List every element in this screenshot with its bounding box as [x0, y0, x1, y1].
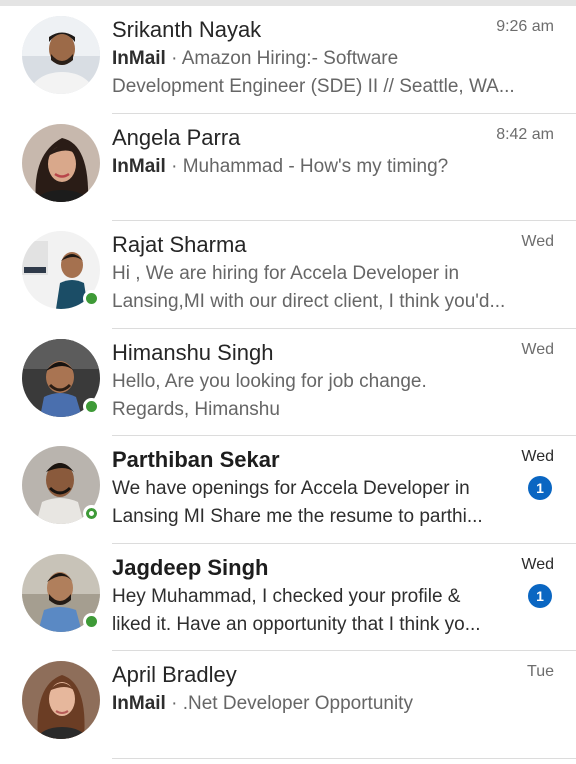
message-preview: We have openings for Accela Developer in…: [112, 475, 532, 531]
sender-name: Angela Parra: [112, 124, 241, 150]
timestamp: Tue: [527, 663, 554, 680]
avatar[interactable]: [22, 16, 100, 94]
message-preview: InMail · Amazon Hiring:- Software Develo…: [112, 45, 532, 101]
preview-line-1: We have openings for Accela Developer in: [112, 478, 470, 499]
sender-name: April Bradley: [112, 662, 237, 687]
tag-separator: ·: [165, 693, 183, 714]
preview-line-1: Hi , We are hiring for Accela Developer …: [112, 263, 460, 284]
row-divider: [112, 757, 576, 759]
preview-line-1: Amazon Hiring:- Software: [181, 48, 399, 69]
message-preview: InMail · .Net Developer Opportunity: [112, 690, 532, 718]
unread-count-badge: 1: [528, 583, 552, 608]
preview-line-2: Regards, Himanshu: [112, 398, 280, 420]
timestamp: 8:42 am: [496, 125, 554, 143]
inmail-tag: InMail: [112, 48, 166, 69]
timestamp: 9:26 am: [496, 18, 554, 35]
avatar[interactable]: [22, 446, 100, 524]
conversation-content: Rajat Sharma Hi , We are hiring for Acce…: [112, 231, 558, 316]
green-ring-icon: [83, 505, 100, 522]
timestamp: Wed: [521, 340, 554, 358]
message-preview: Hello, Are you looking for job change. R…: [112, 368, 532, 424]
green-dot-icon: [83, 397, 100, 415]
preview-line-2: Lansing MI Share me the resume to parthi…: [112, 506, 483, 527]
avatar[interactable]: [22, 123, 100, 202]
message-preview: InMail · Muhammad - How's my timing?: [112, 153, 532, 181]
avatar[interactable]: [22, 661, 100, 739]
avatar[interactable]: [22, 553, 100, 632]
timestamp: Wed: [521, 555, 554, 573]
sender-name: Parthiban Sekar: [112, 447, 280, 472]
preview-line-2: Lansing,MI with our direct client, I thi…: [112, 291, 506, 312]
preview-line-2: liked it. Have an opportunity that I thi…: [112, 613, 481, 635]
conversation-content: Jagdeep Singh Hey Muhammad, I checked yo…: [112, 554, 558, 639]
avatar-photo: [22, 661, 100, 739]
sender-name: Himanshu Singh: [112, 339, 274, 365]
conversation-content: April Bradley InMail · .Net Developer Op…: [112, 661, 558, 718]
avatar[interactable]: [22, 338, 100, 417]
preview-line-2: Development Engineer (SDE) II // Seattle…: [112, 76, 515, 97]
avatar[interactable]: [22, 231, 100, 309]
inmail-tag: InMail: [112, 693, 166, 714]
conversation-row[interactable]: Parthiban Sekar We have openings for Acc…: [0, 436, 576, 544]
conversation-content: Himanshu Singh Hello, Are you looking fo…: [112, 339, 558, 424]
unread-count-badge: 1: [528, 476, 552, 500]
conversation-row[interactable]: Rajat Sharma Hi , We are hiring for Acce…: [0, 221, 576, 329]
sender-name: Rajat Sharma: [112, 232, 247, 257]
preview-line-1: Hello, Are you looking for job change.: [112, 370, 427, 392]
avatar-photo: [22, 123, 100, 202]
green-dot-icon: [83, 290, 100, 307]
conversation-row[interactable]: Jagdeep Singh Hey Muhammad, I checked yo…: [0, 544, 576, 651]
conversation-content: Srikanth Nayak InMail · Amazon Hiring:- …: [112, 16, 558, 101]
conversation-content: Angela Parra InMail · Muhammad - How's m…: [112, 124, 558, 181]
conversation-row[interactable]: April Bradley InMail · .Net Developer Op…: [0, 651, 576, 759]
preview-line-1: Muhammad - How's my timing?: [182, 155, 449, 177]
conversation-list: Srikanth Nayak InMail · Amazon Hiring:- …: [0, 6, 576, 759]
sender-name: Jagdeep Singh: [112, 554, 269, 580]
inmail-tag: InMail: [112, 155, 166, 177]
conversation-row[interactable]: Angela Parra InMail · Muhammad - How's m…: [0, 114, 576, 221]
preview-line-1: Hey Muhammad, I checked your profile &: [112, 585, 461, 607]
tag-separator: ·: [165, 48, 182, 69]
avatar-photo: [22, 16, 100, 94]
message-preview: Hey Muhammad, I checked your profile & l…: [112, 583, 532, 639]
conversation-row[interactable]: Himanshu Singh Hello, Are you looking fo…: [0, 329, 576, 436]
preview-line-1: .Net Developer Opportunity: [182, 693, 413, 714]
conversation-content: Parthiban Sekar We have openings for Acc…: [112, 446, 558, 531]
message-preview: Hi , We are hiring for Accela Developer …: [112, 260, 532, 316]
tag-separator: ·: [165, 155, 183, 177]
sender-name: Srikanth Nayak: [112, 17, 262, 42]
timestamp: Wed: [521, 233, 554, 250]
timestamp: Wed: [521, 448, 554, 465]
conversation-row[interactable]: Srikanth Nayak InMail · Amazon Hiring:- …: [0, 6, 576, 114]
green-dot-icon: [83, 612, 100, 630]
